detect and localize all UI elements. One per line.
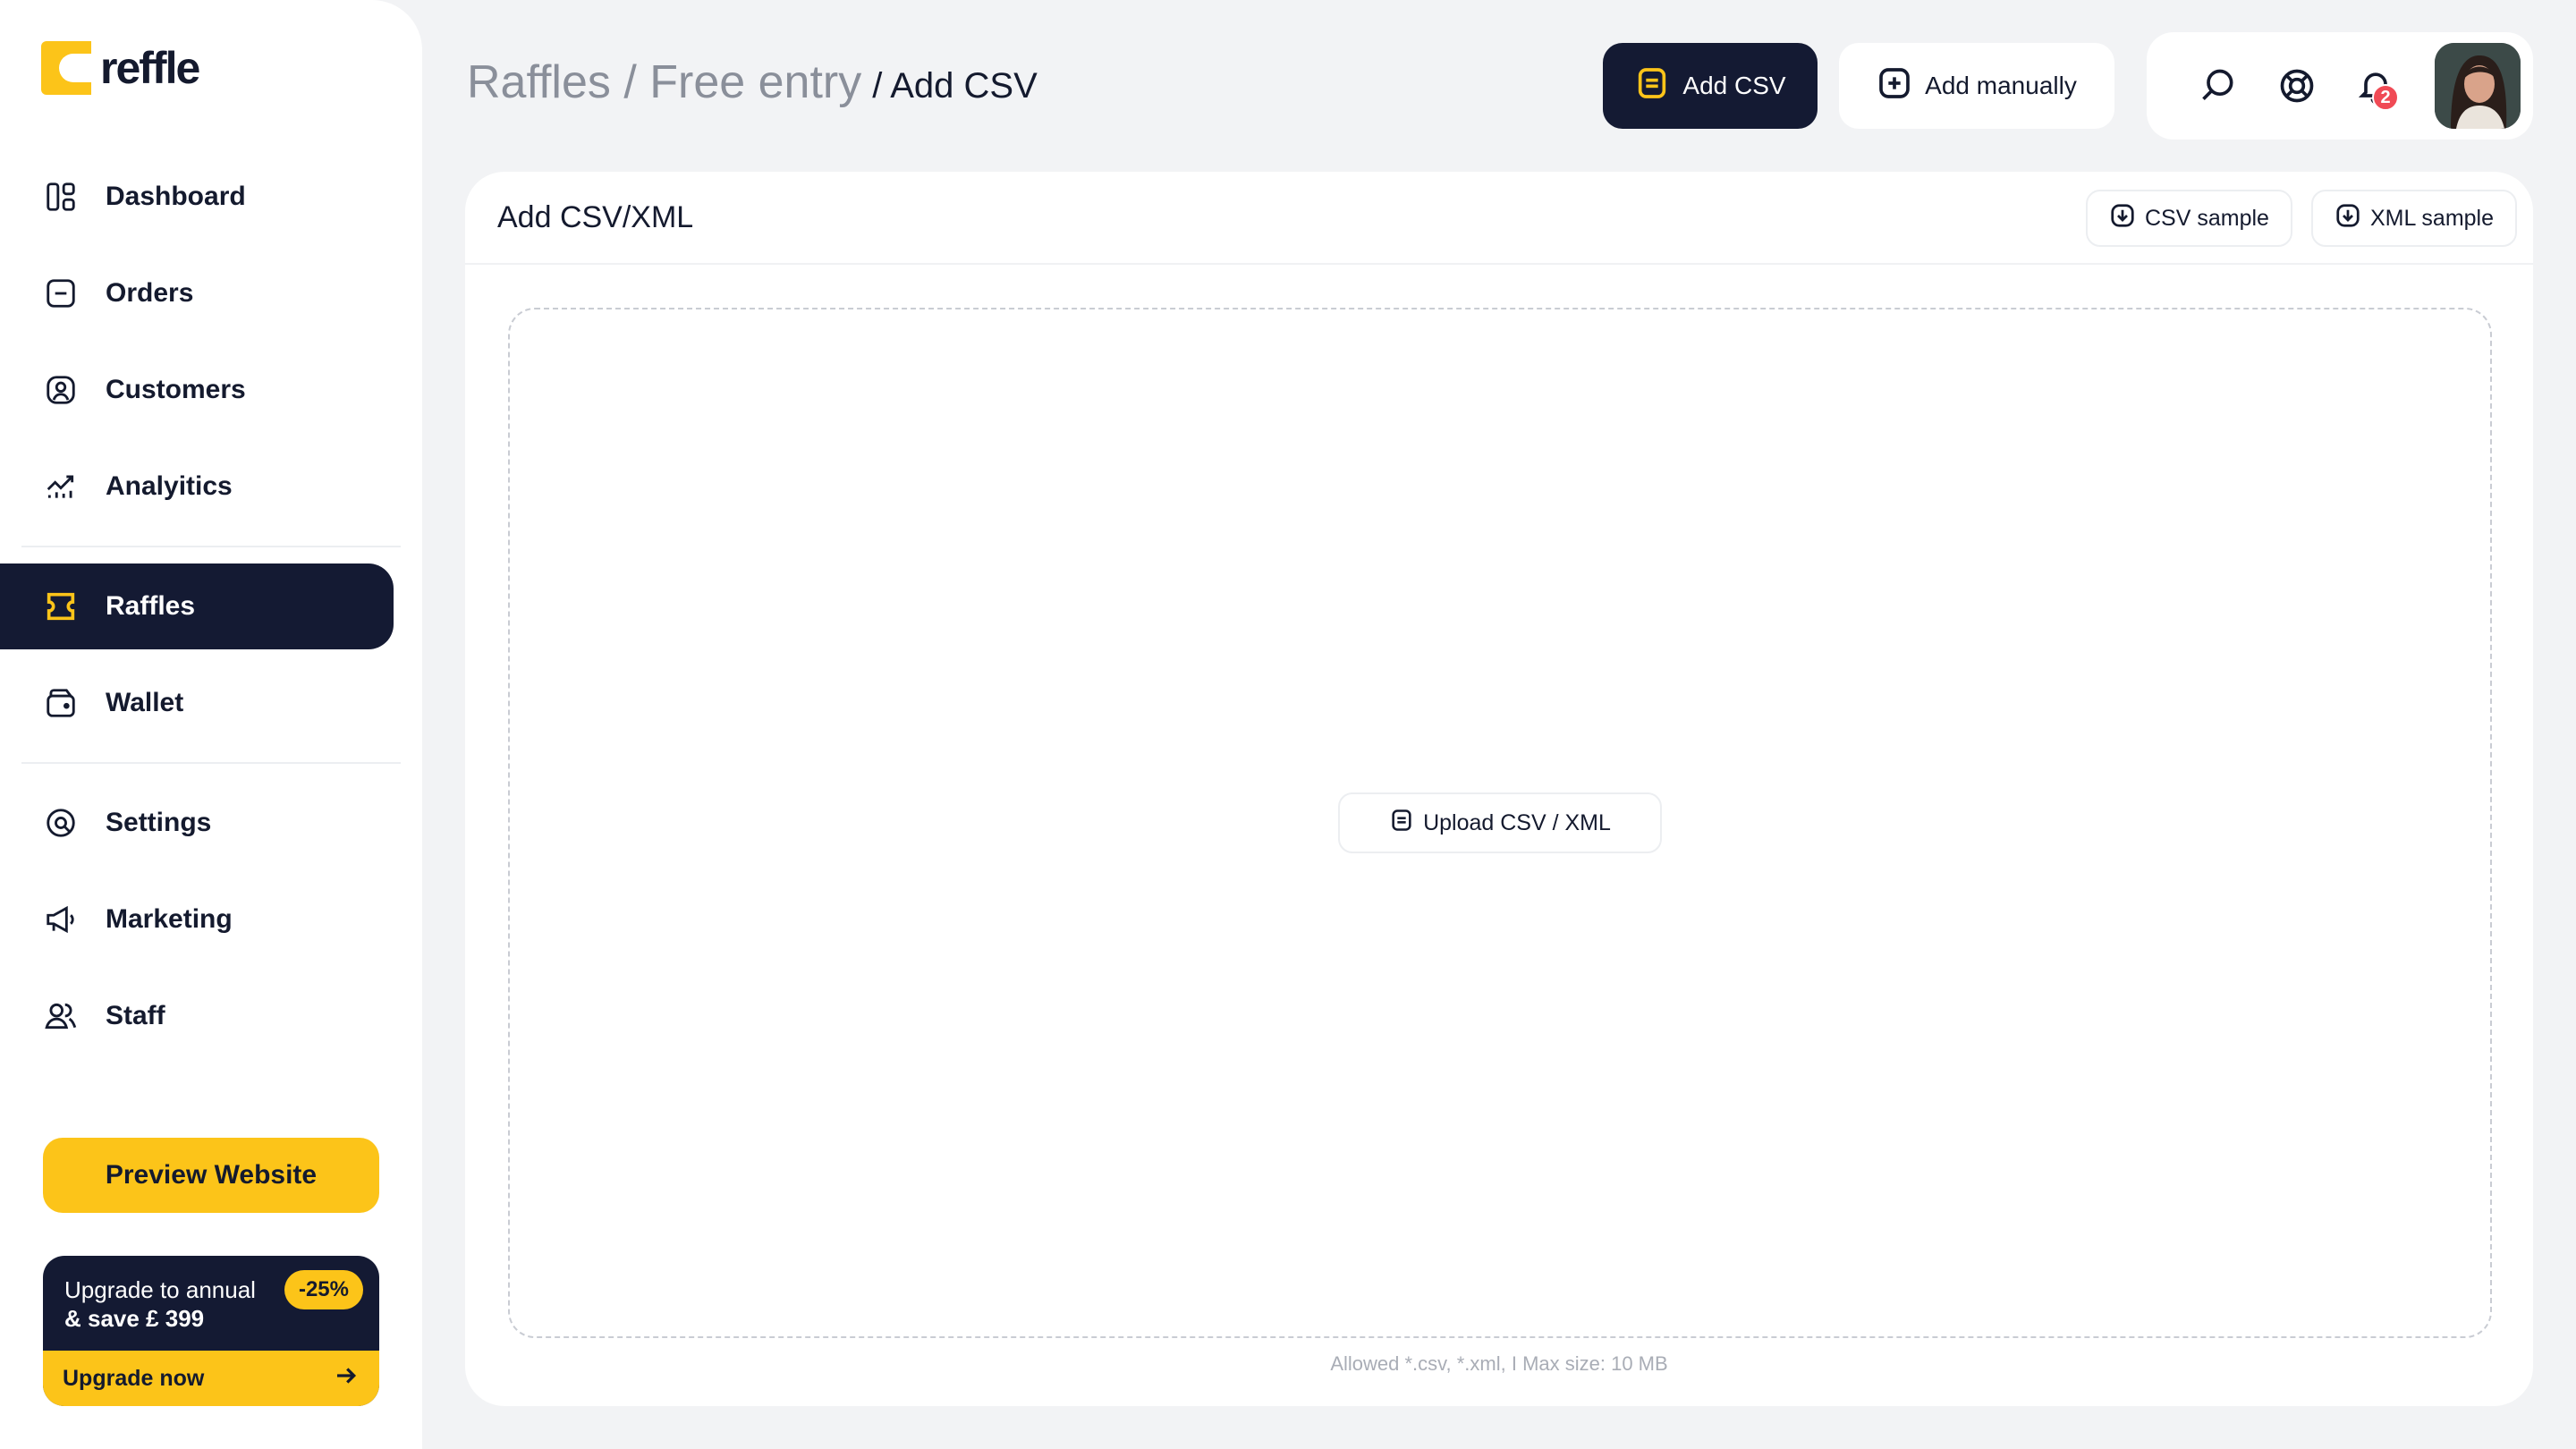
support-lifebuoy-icon[interactable] — [2275, 64, 2318, 107]
wallet-icon — [43, 685, 79, 721]
add-manually-button[interactable]: Add manually — [1839, 43, 2114, 129]
sidebar-item-wallet[interactable]: Wallet — [0, 660, 394, 746]
arrow-right-icon — [333, 1362, 360, 1395]
logo-mark-icon — [41, 41, 91, 95]
sidebar-item-label: Customers — [106, 375, 246, 404]
order-icon — [43, 275, 79, 311]
sidebar-divider — [21, 762, 401, 764]
preview-website-button[interactable]: Preview Website — [43, 1138, 379, 1213]
add-csv-button[interactable]: Add CSV — [1603, 43, 1818, 129]
sidebar-item-staff[interactable]: Staff — [0, 973, 394, 1059]
file-icon — [1389, 808, 1414, 839]
sidebar-item-label: Dashboard — [106, 182, 246, 211]
sidebar-item-customers[interactable]: Customers — [0, 347, 394, 433]
breadcrumb-current: / Add CSV — [872, 66, 1038, 106]
breadcrumb: Raffles / Free entry / Add CSV — [467, 55, 1038, 109]
sidebar-item-label: Orders — [106, 278, 194, 308]
sidebar-item-label: Raffles — [106, 591, 196, 621]
sidebar: reffle Dashboard Orders Customers Analyi… — [0, 0, 422, 1449]
upload-label: Upload CSV / XML — [1423, 809, 1611, 835]
sidebar-item-label: Marketing — [106, 904, 233, 934]
brand-logo[interactable]: reffle — [41, 39, 200, 97]
add-manually-label: Add manually — [1925, 72, 2077, 99]
upgrade-line-1: Upgrade to annual — [64, 1276, 256, 1303]
dashboard-grid-icon — [43, 179, 79, 215]
sidebar-divider — [21, 546, 401, 547]
upgrade-text: Upgrade to annual & save £ 399 — [64, 1275, 256, 1333]
analytics-icon — [43, 469, 79, 504]
upload-csv-xml-button[interactable]: Upload CSV / XML — [1338, 792, 1662, 853]
sidebar-item-label: Staff — [106, 1001, 165, 1030]
search-icon[interactable] — [2197, 64, 2240, 107]
breadcrumb-parent[interactable]: Raffles / Free entry — [467, 55, 861, 109]
sidebar-item-dashboard[interactable]: Dashboard — [0, 154, 394, 240]
csv-sample-label: CSV sample — [2145, 205, 2269, 231]
upgrade-now-label: Upgrade now — [63, 1365, 205, 1391]
ticket-icon — [43, 589, 79, 624]
sidebar-item-orders[interactable]: Orders — [0, 250, 394, 336]
customers-icon — [43, 372, 79, 408]
discount-badge: -25% — [284, 1270, 363, 1309]
sidebar-item-raffles[interactable]: Raffles — [0, 564, 394, 649]
xml-sample-button[interactable]: XML sample — [2311, 190, 2518, 247]
sidebar-item-label: Wallet — [106, 688, 184, 717]
csv-sample-button[interactable]: CSV sample — [2086, 190, 2292, 247]
header-tools: 2 — [2147, 32, 2533, 140]
user-avatar[interactable] — [2435, 43, 2521, 129]
xml-sample-label: XML sample — [2370, 205, 2495, 231]
csv-file-icon — [1634, 65, 1670, 107]
notification-count-badge: 2 — [2372, 84, 2399, 111]
upgrade-card: Upgrade to annual & save £ 399 -25% Upgr… — [43, 1256, 379, 1406]
upgrade-now-button[interactable]: Upgrade now — [43, 1351, 379, 1406]
allowed-file-types-note: Allowed *.csv, *.xml, I Max size: 10 MB — [1330, 1352, 1668, 1375]
sidebar-item-analytics[interactable]: Analyitics — [0, 444, 394, 530]
card-header: Add CSV/XML CSV sample XML sample — [465, 172, 2533, 265]
download-icon — [2334, 202, 2361, 235]
megaphone-icon — [43, 902, 79, 937]
add-csv-label: Add CSV — [1682, 72, 1786, 99]
sidebar-item-marketing[interactable]: Marketing — [0, 877, 394, 962]
logo-text: reffle — [100, 43, 200, 93]
add-csv-card: Add CSV/XML CSV sample XML sample — [465, 172, 2533, 1406]
notification-bell-icon[interactable]: 2 — [2354, 64, 2399, 111]
settings-icon — [43, 805, 79, 841]
upgrade-line-2: & save £ 399 — [64, 1305, 205, 1332]
plus-square-icon — [1877, 65, 1912, 107]
staff-icon — [43, 998, 79, 1034]
sidebar-item-label: Analyitics — [106, 471, 233, 501]
card-title: Add CSV/XML — [497, 200, 694, 234]
download-icon — [2109, 202, 2136, 235]
sidebar-item-settings[interactable]: Settings — [0, 780, 394, 866]
sidebar-item-label: Settings — [106, 808, 212, 837]
